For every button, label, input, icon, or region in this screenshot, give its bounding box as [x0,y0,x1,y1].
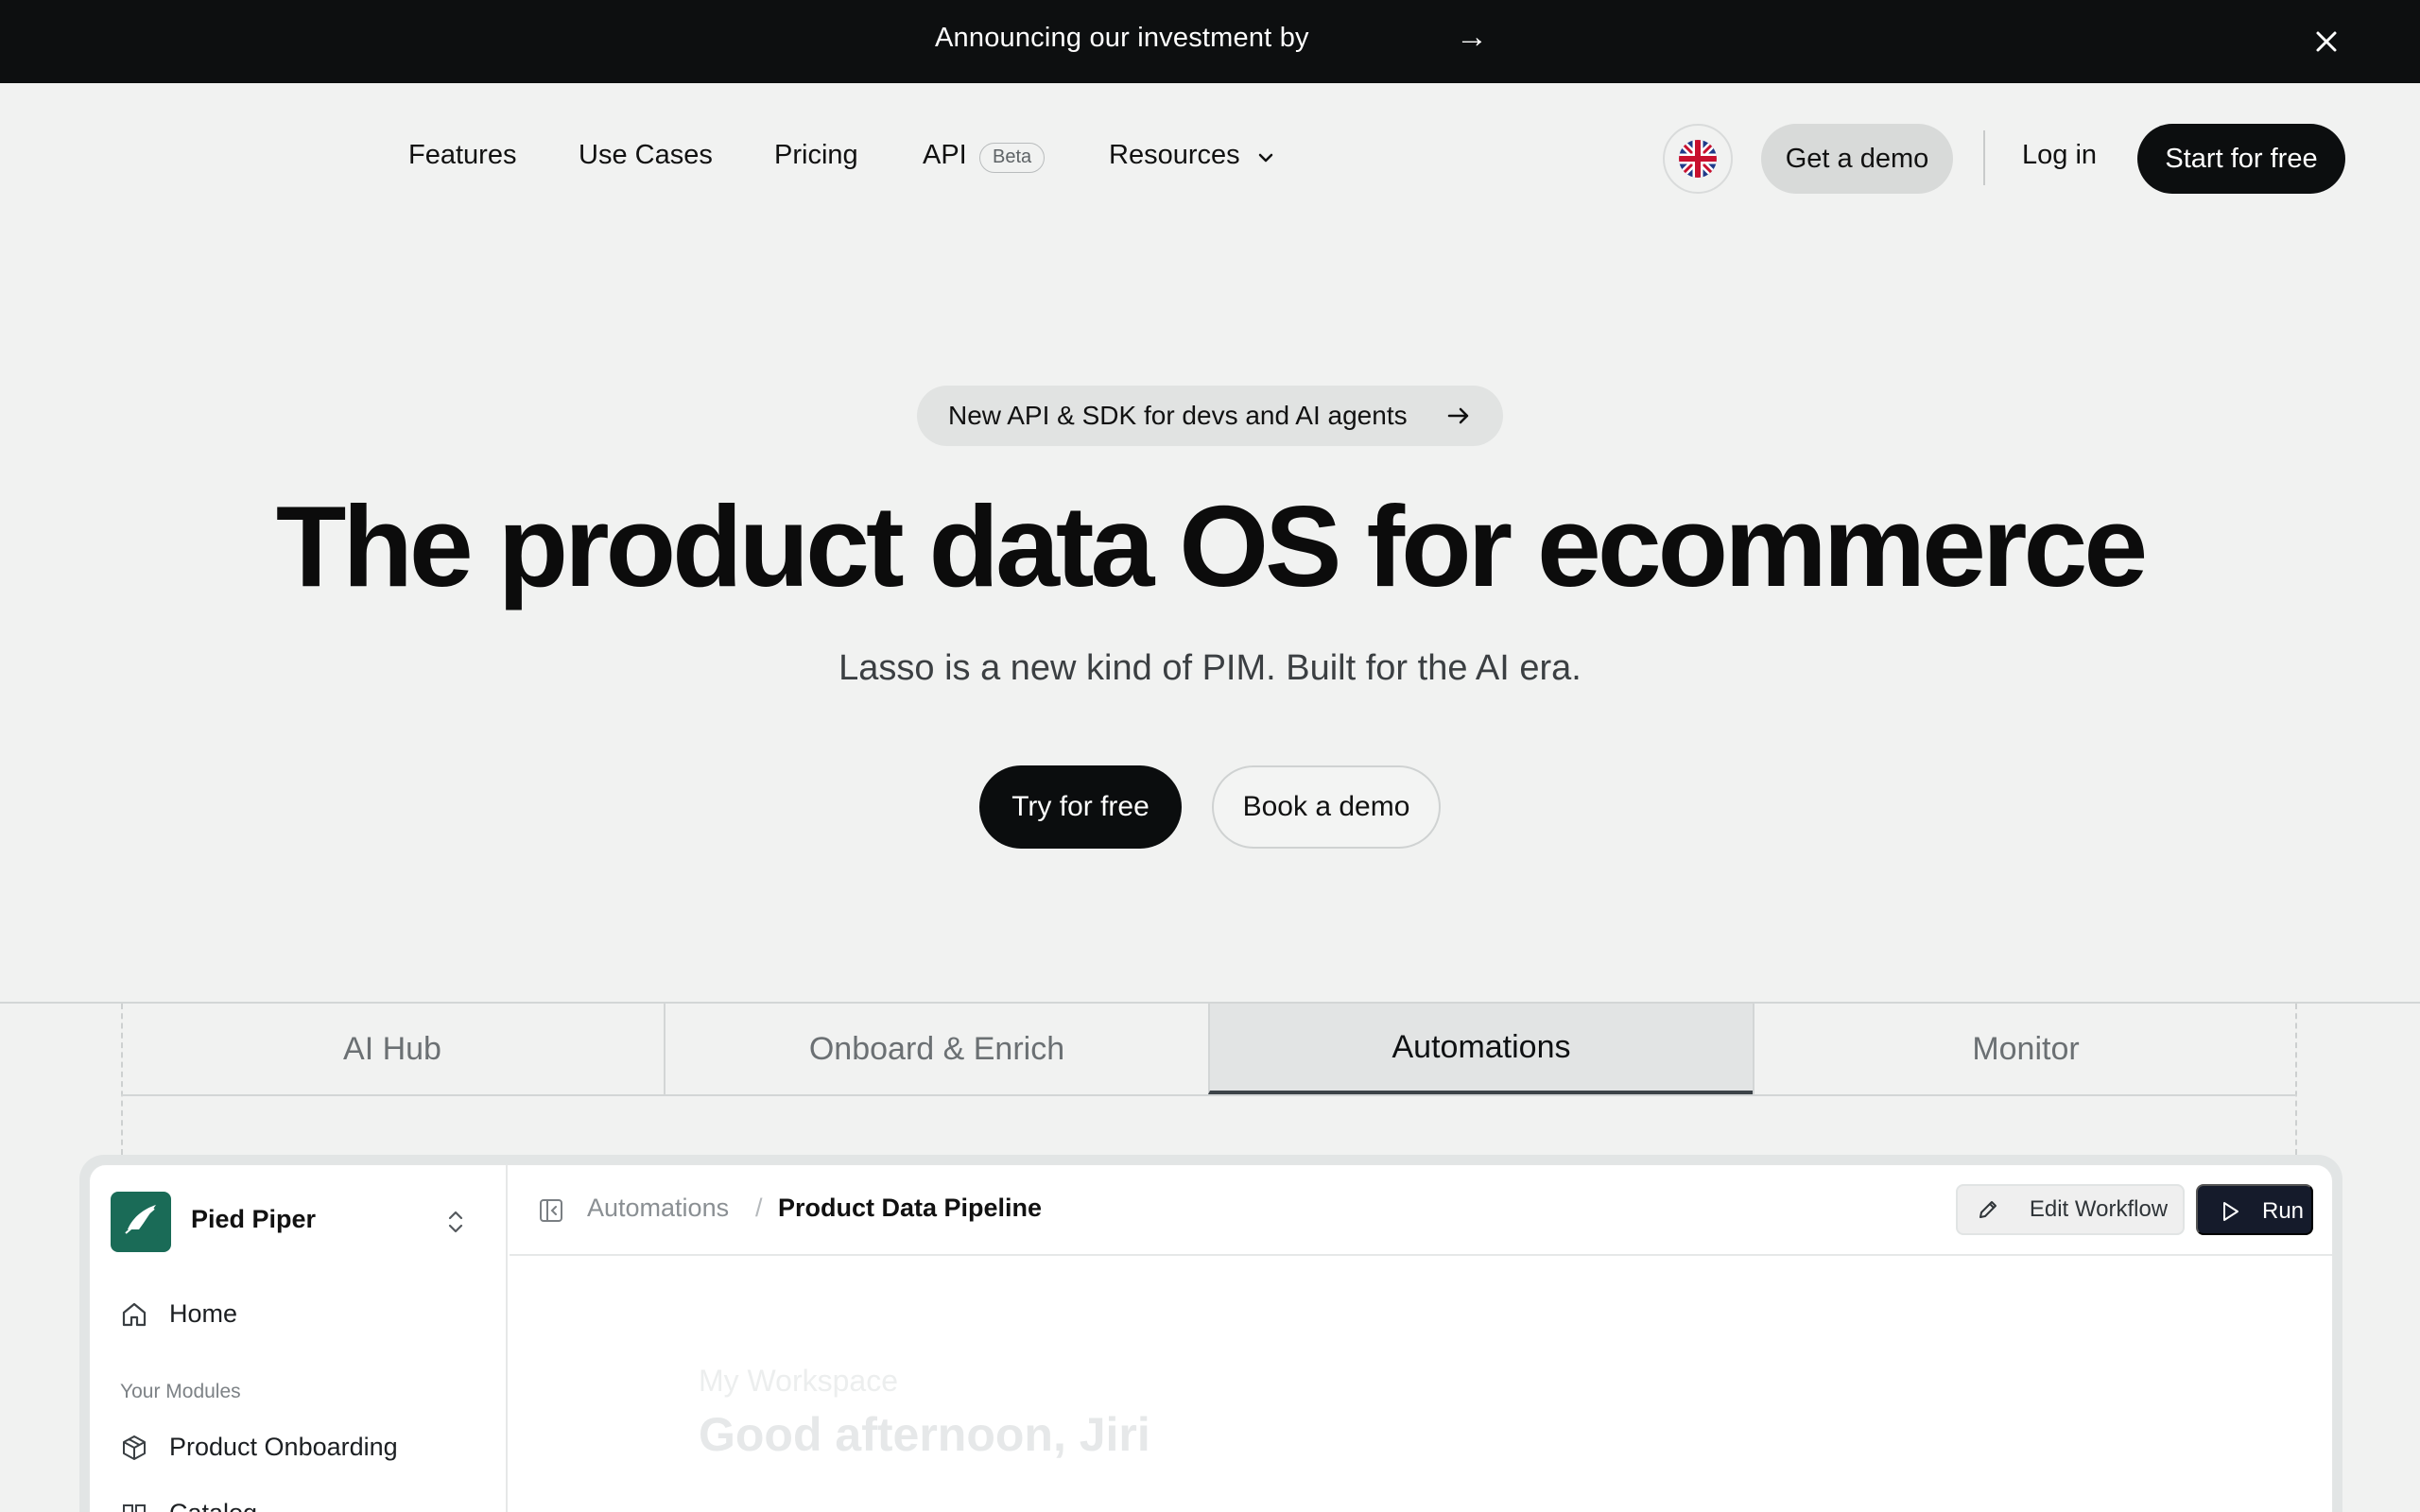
try-free-button[interactable]: Try for free [979,765,1182,849]
start-free-button[interactable]: Start for free [2137,124,2345,194]
pill-label: New API & SDK for devs and AI agents [948,401,1408,430]
breadcrumb-current: Product Data Pipeline [778,1194,1043,1222]
edit-workflow-label: Edit Workflow [2029,1196,2169,1222]
nav-use-cases[interactable]: Use Cases [579,140,713,171]
workspace-logo [111,1192,171,1252]
app-preview-window: Pied Piper Home Your Modules Product Onb… [79,1155,2342,1512]
edit-workflow-button[interactable]: Edit Workflow [1956,1184,2185,1235]
login-link[interactable]: Log in [2022,140,2097,171]
tab-automations[interactable]: Automations [1208,1004,1753,1094]
tab-onboard-enrich[interactable]: Onboard & Enrich [664,1004,1208,1094]
uk-flag-icon [1679,140,1717,178]
run-button[interactable]: Run [2196,1184,2313,1235]
sidebar-section-title: Your Modules [120,1381,241,1402]
nav-divider [1983,130,1985,185]
beta-badge: Beta [979,143,1046,173]
sidebar-item-product-onboarding[interactable]: Product Onboarding [169,1433,398,1462]
api-announcement-pill[interactable]: New API & SDK for devs and AI agents [917,386,1503,446]
nav-resources[interactable]: Resources [1109,140,1240,171]
package-icon [123,1435,146,1460]
breadcrumb-separator: / [755,1194,763,1222]
breadcrumb-automations[interactable]: Automations [587,1194,729,1223]
nav-pricing[interactable]: Pricing [774,140,858,171]
catalog-icon [123,1504,146,1512]
hero-subtitle: Lasso is a new kind of PIM. Built for th… [838,648,1582,688]
nav-api[interactable]: API [923,140,967,171]
announcement-text[interactable]: Announcing our investment by [935,23,1309,54]
leaf-logo-icon [124,1205,158,1241]
pencil-icon [1979,1201,1996,1218]
greeting-heading: Good afternoon, Jiri [699,1408,1150,1461]
run-label: Run [2261,1198,2305,1224]
play-icon [2223,1202,2238,1221]
feature-tabs: AI Hub Onboard & Enrich Automations Moni… [121,1004,2297,1096]
nav-features[interactable]: Features [408,140,516,171]
hero-headline: The product data OS for ecommerce [275,482,2148,610]
language-switcher[interactable] [1663,124,1733,194]
chevron-down-icon[interactable] [1255,149,1276,166]
announcement-bar: Announcing our investment by → [0,0,2420,83]
workspace-label: My Workspace [699,1364,899,1398]
app-sidebar: Pied Piper Home Your Modules Product Onb… [90,1165,508,1512]
arrow-right-icon [1447,407,1469,424]
close-icon[interactable] [2309,25,2343,59]
sidebar-toggle-icon[interactable] [538,1197,564,1224]
app-header: Automations / Product Data Pipeline Edit… [510,1165,2332,1256]
home-icon [122,1302,147,1327]
workspace-name[interactable]: Pied Piper [191,1205,316,1234]
book-demo-button[interactable]: Book a demo [1212,765,1441,849]
sidebar-item-home[interactable]: Home [169,1299,237,1329]
chevron-up-down-icon[interactable] [445,1207,466,1237]
tab-ai-hub[interactable]: AI Hub [121,1004,664,1094]
sidebar-item-catalog[interactable]: Catalog [169,1499,257,1512]
arrow-right-icon[interactable]: → [1456,19,1488,56]
tab-monitor[interactable]: Monitor [1753,1004,2297,1094]
get-demo-button[interactable]: Get a demo [1761,124,1953,194]
